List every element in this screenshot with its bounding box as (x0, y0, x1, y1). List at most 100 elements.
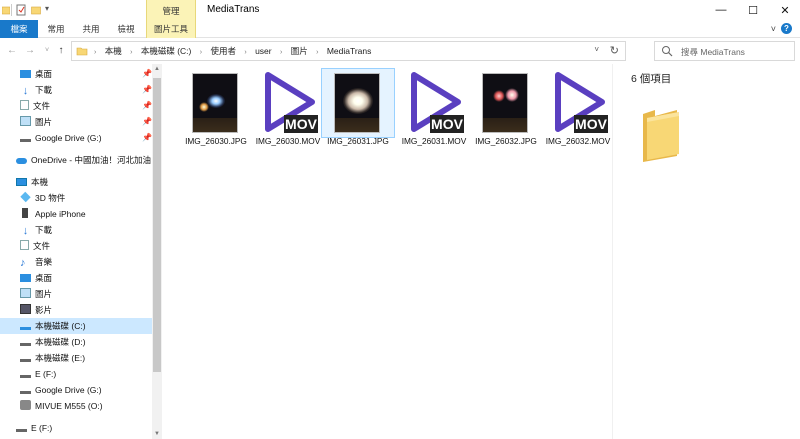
minimize-button[interactable]: — (706, 2, 736, 18)
breadcrumb-user[interactable]: user (255, 46, 272, 56)
nav-item-drive-f[interactable]: E (F:) (20, 366, 56, 382)
thumbnail: MOV (252, 69, 324, 137)
file-name: IMG_26030.MOV (255, 136, 321, 146)
file-item[interactable]: MOV IMG_26030.MOV (252, 69, 324, 159)
breadcrumb-local-disk-c[interactable]: 本機磁碟 (C:) (141, 46, 192, 56)
computer-icon (16, 178, 27, 186)
pin-icon[interactable]: 📌 (142, 117, 152, 126)
file-item[interactable]: IMG_26030.JPG (180, 69, 252, 159)
customize-toolbar-icon[interactable]: ▾ (45, 4, 49, 16)
new-folder-icon[interactable] (31, 4, 41, 16)
chevron-right-icon: › (94, 49, 97, 56)
breadcrumb-users[interactable]: 使用者 (210, 46, 236, 56)
file-name: IMG_26031.MOV (401, 136, 467, 146)
nav-item-google-drive[interactable]: Google Drive (G:) (20, 130, 102, 146)
nav-item-local-disk-c[interactable]: 本機磁碟 (C:) (0, 318, 152, 334)
file-name: IMG_26031.JPG (327, 136, 389, 146)
nav-item-documents[interactable]: 文件 (20, 98, 50, 114)
cube-icon (20, 191, 31, 203)
file-item[interactable]: IMG_26032.JPG (470, 69, 542, 159)
nav-item-local-disk-e[interactable]: 本機磁碟 (E:) (20, 350, 85, 366)
address-row: ← → ˅ ↑ › 本機 › 本機磁碟 (C:) › 使用者 › user › … (0, 38, 800, 64)
recent-locations-button[interactable]: ˅ (41, 44, 53, 58)
document-icon (20, 100, 29, 110)
tab-share[interactable]: 共用 (75, 20, 107, 38)
context-tab-group: 管理 (146, 0, 196, 20)
drive-icon (20, 339, 31, 346)
tab-view[interactable]: 檢視 (110, 20, 142, 38)
nav-item-google-drive-pc[interactable]: Google Drive (G:) (20, 382, 102, 398)
mov-video-icon: MOV (411, 72, 464, 133)
nav-item-mivue[interactable]: MIVUE M555 (O:) (20, 398, 103, 414)
tab-home[interactable]: 常用 (40, 20, 72, 38)
nav-item-desktop[interactable]: 桌面 (20, 66, 52, 82)
mov-video-icon: MOV (265, 72, 318, 133)
mov-video-icon: MOV (555, 72, 608, 133)
file-name: IMG_26030.JPG (185, 136, 247, 146)
scroll-up-icon[interactable]: ▲ (152, 64, 162, 74)
up-button[interactable]: ↑ (55, 44, 67, 58)
breadcrumb-this-pc[interactable]: 本機 (105, 46, 122, 56)
thumbnail: MOV (542, 69, 614, 137)
refresh-icon[interactable]: ↻ (610, 44, 619, 57)
download-icon: ↓ (22, 85, 29, 97)
folder-icon (643, 110, 679, 162)
nav-item-downloads[interactable]: ↓ 下載 (20, 82, 52, 98)
firework-photo-thumbnail (192, 73, 238, 133)
chevron-right-icon: › (279, 49, 283, 56)
file-item[interactable]: IMG_26031.JPG (321, 68, 395, 159)
desktop-icon (20, 70, 31, 78)
address-bar[interactable]: › 本機 › 本機磁碟 (C:) › 使用者 › user › 圖片 › Med… (71, 41, 626, 61)
nav-item-this-pc[interactable]: 本機 (16, 174, 48, 190)
help-icon[interactable]: ? (781, 23, 792, 34)
address-dropdown-icon[interactable]: ˅ (594, 45, 599, 54)
file-item[interactable]: MOV IMG_26032.MOV (542, 69, 614, 159)
item-count: 6 個項目 (631, 73, 672, 85)
file-item[interactable]: MOV IMG_26031.MOV (398, 69, 470, 159)
properties-icon[interactable] (16, 4, 26, 16)
scrollbar-thumb[interactable] (153, 78, 161, 372)
thumbnail (321, 68, 395, 138)
nav-item-drive-f-root[interactable]: E (F:) (16, 420, 52, 436)
drive-icon (20, 371, 31, 378)
drive-icon (20, 355, 31, 362)
tab-file[interactable]: 檔案 (0, 20, 38, 38)
thumbnail (180, 69, 252, 137)
folder-icon (2, 6, 10, 15)
pin-icon[interactable]: 📌 (142, 85, 152, 94)
forward-button[interactable]: → (24, 44, 36, 58)
thumbnail: MOV (398, 69, 470, 137)
window-title: MediaTrans (207, 4, 260, 15)
firework-photo-thumbnail (334, 73, 380, 133)
cloud-icon (16, 158, 27, 164)
nav-item-3d-objects[interactable]: 3D 物件 (20, 190, 65, 206)
breadcrumb-mediatrans[interactable]: MediaTrans (327, 46, 372, 56)
nav-item-downloads-pc[interactable]: ↓ 下載 (20, 222, 52, 238)
nav-item-desktop-pc[interactable]: 桌面 (20, 270, 52, 286)
search-box[interactable]: 搜尋 MediaTrans (654, 41, 795, 61)
pin-icon[interactable]: 📌 (142, 69, 152, 78)
pin-icon[interactable]: 📌 (142, 101, 152, 110)
mov-badge: MOV (431, 116, 464, 132)
nav-item-videos[interactable]: 影片 (20, 302, 52, 318)
phone-icon (22, 208, 28, 218)
search-input[interactable]: 搜尋 MediaTrans (681, 46, 745, 58)
nav-item-local-disk-d[interactable]: 本機磁碟 (D:) (20, 334, 86, 350)
breadcrumb-pictures[interactable]: 圖片 (291, 46, 308, 56)
scroll-down-icon[interactable]: ▼ (152, 429, 162, 439)
pin-icon[interactable]: 📌 (142, 133, 152, 142)
tab-picture-tools[interactable]: 圖片工具 (146, 20, 196, 38)
nav-item-pictures[interactable]: 圖片 (20, 114, 52, 130)
maximize-button[interactable]: ☐ (738, 2, 768, 18)
nav-item-documents-pc[interactable]: 文件 (20, 238, 50, 254)
file-name: IMG_26032.MOV (545, 136, 611, 146)
expand-ribbon-icon[interactable]: ˅ (771, 24, 776, 34)
nav-item-onedrive[interactable]: OneDrive - 中國加油！河北加油！ (16, 152, 159, 168)
nav-item-music[interactable]: ♪ 音樂 (20, 254, 52, 270)
chevron-right-icon: › (316, 49, 319, 56)
nav-item-apple-iphone[interactable]: Apple iPhone (20, 206, 86, 222)
nav-item-pictures-pc[interactable]: 圖片 (20, 286, 52, 302)
context-group-label: 管理 (162, 6, 180, 16)
back-button[interactable]: ← (6, 44, 18, 58)
close-button[interactable]: ✕ (770, 2, 800, 18)
